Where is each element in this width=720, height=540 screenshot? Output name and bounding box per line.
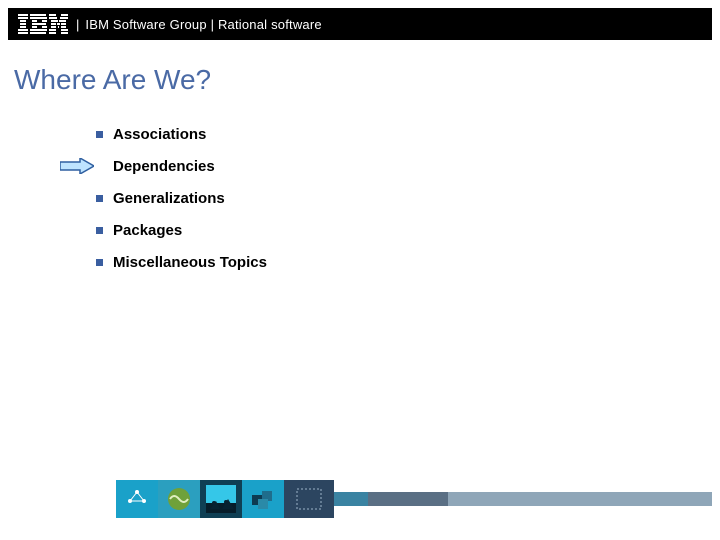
footer [8,492,712,532]
bullet-icon [96,131,103,138]
agenda-item-label: Dependencies [113,158,215,175]
agenda-item: Packages [96,214,267,246]
agenda-item: Miscellaneous Topics [96,246,267,278]
footer-tile-icon [116,480,158,518]
agenda-item-current: Dependencies [96,150,267,182]
footer-graphics [116,480,334,518]
agenda-item-label: Packages [113,222,182,239]
bullet-icon [96,195,103,202]
bullet-icon [96,227,103,234]
header-text: IBM Software Group | Rational software [85,17,321,32]
footer-tile-icon [158,480,200,518]
agenda-item-label: Generalizations [113,190,225,207]
agenda-item-label: Miscellaneous Topics [113,254,267,271]
header-separator: | [76,17,79,32]
footer-base [8,506,712,532]
slide-title: Where Are We? [14,64,211,96]
current-arrow-icon [60,158,96,174]
agenda-item-label: Associations [113,126,206,143]
agenda-list: Associations Dependencies Generalization… [96,118,267,278]
agenda-item: Associations [96,118,267,150]
footer-tile-icon [242,480,284,518]
footer-tile-icon [200,480,242,518]
agenda-item: Generalizations [96,182,267,214]
footer-stripe [8,492,712,506]
ibm-logo [18,14,68,34]
header-bar: | IBM Software Group | Rational software [8,8,712,40]
bullet-icon [96,259,103,266]
footer-tile-icon [284,480,334,518]
